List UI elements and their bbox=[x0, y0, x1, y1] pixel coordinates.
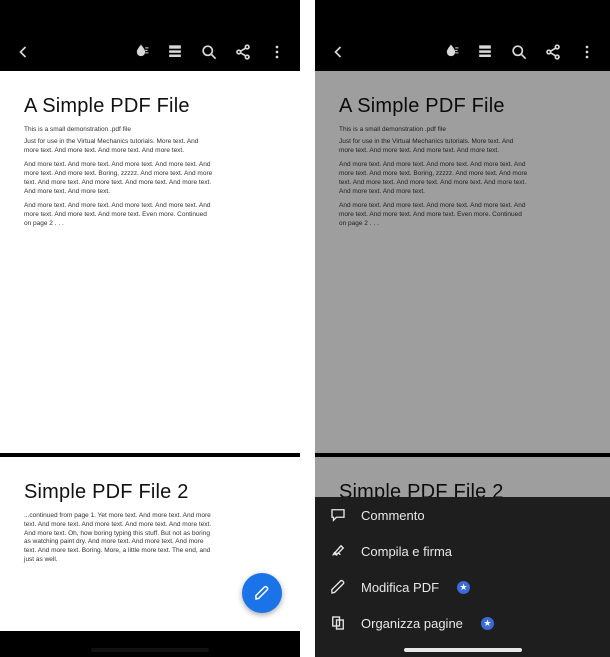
home-indicator bbox=[404, 648, 522, 652]
sheet-item-comment[interactable]: Commento bbox=[315, 497, 610, 533]
screen-pdf-viewer-menu: A Simple PDF File This is a small demons… bbox=[315, 0, 610, 657]
pdf-page-2: Simple PDF File 2 ...continued from page… bbox=[0, 457, 300, 585]
pages-icon bbox=[329, 614, 347, 632]
share-icon[interactable] bbox=[226, 35, 260, 69]
pdf-viewport[interactable]: A Simple PDF File This is a small demons… bbox=[0, 71, 300, 657]
pdf-page-1: A Simple PDF File This is a small demons… bbox=[0, 71, 300, 453]
sheet-item-label: Organizza pagine bbox=[361, 616, 463, 631]
signature-icon bbox=[329, 542, 347, 560]
page-title: A Simple PDF File bbox=[24, 95, 276, 118]
sheet-item-organize-pages[interactable]: Organizza pagine ★ bbox=[315, 605, 610, 641]
view-mode-icon[interactable] bbox=[468, 35, 502, 69]
nav-bar-area bbox=[0, 631, 300, 657]
more-icon[interactable] bbox=[570, 35, 604, 69]
status-bar bbox=[315, 0, 610, 32]
comment-icon bbox=[329, 506, 347, 524]
doc-text: ...continued from page 1. Yet more text.… bbox=[24, 512, 214, 565]
doc-text: And more text. And more text. And more t… bbox=[339, 202, 529, 228]
premium-badge: ★ bbox=[457, 581, 470, 594]
status-bar bbox=[0, 0, 300, 32]
sheet-item-edit-pdf[interactable]: Modifica PDF ★ bbox=[315, 569, 610, 605]
back-button[interactable] bbox=[321, 35, 355, 69]
top-toolbar bbox=[315, 32, 610, 71]
pdf-page-1: A Simple PDF File This is a small demons… bbox=[315, 71, 610, 453]
sheet-item-label: Modifica PDF bbox=[361, 580, 439, 595]
search-icon[interactable] bbox=[192, 35, 226, 69]
pencil-icon bbox=[329, 578, 347, 596]
share-icon[interactable] bbox=[536, 35, 570, 69]
doc-text: Just for use in the Virtual Mechanics tu… bbox=[339, 138, 529, 156]
sheet-item-label: Compila e firma bbox=[361, 544, 452, 559]
doc-text: And more text. And more text. And more t… bbox=[339, 161, 529, 196]
doc-text: And more text. And more text. And more t… bbox=[24, 161, 214, 196]
back-button[interactable] bbox=[6, 35, 40, 69]
sheet-item-label: Commento bbox=[361, 508, 425, 523]
premium-badge: ★ bbox=[481, 617, 494, 630]
top-toolbar bbox=[0, 32, 300, 71]
sheet-item-fill-sign[interactable]: Compila e firma bbox=[315, 533, 610, 569]
doc-text: This is a small demonstration .pdf file bbox=[339, 126, 586, 135]
page-title: A Simple PDF File bbox=[339, 95, 586, 118]
doc-text: Just for use in the Virtual Mechanics tu… bbox=[24, 138, 214, 156]
more-icon[interactable] bbox=[260, 35, 294, 69]
liquid-mode-icon[interactable] bbox=[124, 35, 158, 69]
home-indicator bbox=[91, 648, 209, 652]
doc-text: This is a small demonstration .pdf file bbox=[24, 126, 276, 135]
search-icon[interactable] bbox=[502, 35, 536, 69]
view-mode-icon[interactable] bbox=[158, 35, 192, 69]
action-sheet: Commento Compila e firma Modifica PDF ★ … bbox=[315, 497, 610, 657]
edit-fab[interactable] bbox=[242, 573, 282, 613]
page-title: Simple PDF File 2 bbox=[24, 481, 276, 504]
screen-pdf-viewer: A Simple PDF File This is a small demons… bbox=[0, 0, 300, 657]
doc-text: And more text. And more text. And more t… bbox=[24, 202, 214, 228]
liquid-mode-icon[interactable] bbox=[434, 35, 468, 69]
